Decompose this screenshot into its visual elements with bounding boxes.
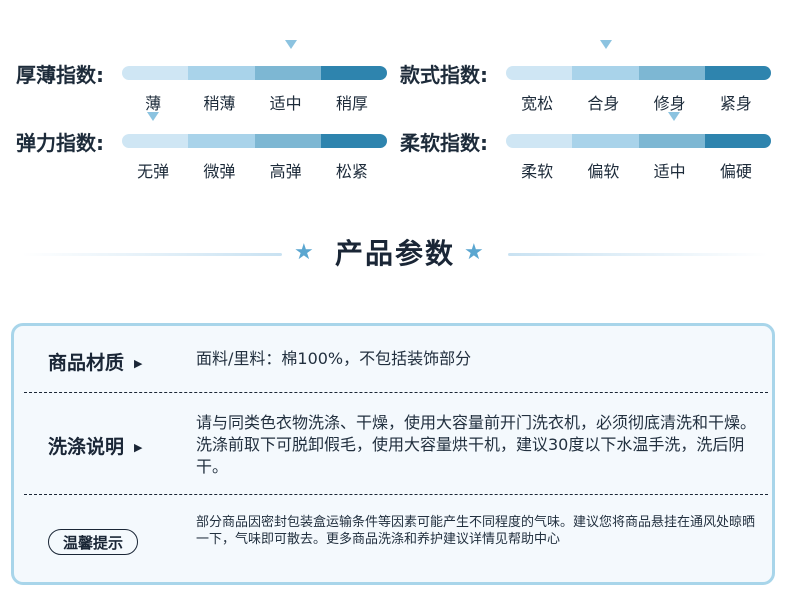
section-title-bar: ★ ★ 产品参数 bbox=[0, 232, 790, 276]
index-option: 薄 bbox=[145, 94, 162, 113]
index-bar bbox=[506, 134, 771, 148]
index-options: 宽松 合身 修身 紧身 bbox=[504, 90, 769, 114]
index-option: 适中 bbox=[653, 162, 686, 181]
index-bar bbox=[122, 66, 387, 80]
index-option: 松紧 bbox=[335, 162, 368, 181]
bar-segment bbox=[638, 66, 705, 80]
bar-segment bbox=[254, 66, 321, 80]
triangle-right-icon: ▶ bbox=[134, 357, 143, 370]
index-option: 高弹 bbox=[269, 162, 302, 181]
param-row-tip: 温馨提示 部分商品因密封包装盒运输条件等因素可能产生不同程度的气味。建议您将商品… bbox=[24, 512, 764, 568]
param-value: 面料/里料：棉100%，不包括装饰部分 bbox=[196, 349, 472, 368]
param-key-label: 商品材质 bbox=[48, 352, 125, 374]
index-option: 柔软 bbox=[521, 162, 554, 181]
section-title: 产品参数 bbox=[334, 237, 455, 270]
index-option: 稍厚 bbox=[335, 94, 368, 113]
index-option: 无弹 bbox=[137, 162, 170, 181]
index-option: 偏硬 bbox=[719, 162, 752, 181]
bar-segment bbox=[638, 134, 705, 148]
index-elasticity: 弹力指数: 无弹 微弹 高弹 松紧 bbox=[16, 112, 396, 200]
param-row-material: 商品材质 ▶ 面料/里料：棉100%，不包括装饰部分 bbox=[24, 346, 764, 376]
bar-segment bbox=[122, 134, 189, 148]
row-divider bbox=[24, 494, 768, 495]
bar-segment bbox=[320, 66, 387, 80]
selected-marker-icon bbox=[668, 112, 680, 121]
index-option: 适中 bbox=[269, 94, 302, 113]
product-params-card: 商品材质 ▶ 面料/里料：棉100%，不包括装饰部分 洗涤说明 ▶ 请与同类色衣物洗… bbox=[11, 323, 775, 585]
index-options: 柔软 偏软 适中 偏硬 bbox=[504, 158, 769, 182]
bar-segment bbox=[506, 66, 573, 80]
selected-marker-icon bbox=[147, 112, 159, 121]
index-option: 修身 bbox=[653, 94, 686, 113]
index-options: 薄 稍薄 适中 稍厚 bbox=[120, 90, 385, 114]
bar-segment bbox=[704, 134, 771, 148]
selected-marker-icon bbox=[285, 40, 297, 49]
bar-segment bbox=[188, 66, 255, 80]
param-key: 洗涤说明 ▶ bbox=[48, 432, 142, 459]
index-fit: 款式指数: 宽松 合身 修身 紧身 bbox=[400, 40, 780, 132]
param-row-washing: 洗涤说明 ▶ 请与同类色衣物洗涤、干燥，使用大容量前开门洗衣机，必须彻底清洗和干燥… bbox=[24, 410, 764, 480]
param-key-label: 洗涤说明 bbox=[48, 436, 125, 458]
bar-segment bbox=[122, 66, 189, 80]
bar-segment bbox=[254, 134, 321, 148]
row-divider bbox=[24, 392, 768, 393]
index-option: 微弹 bbox=[203, 162, 236, 181]
index-options: 无弹 微弹 高弹 松紧 bbox=[120, 158, 385, 182]
index-label: 柔软指数: bbox=[400, 131, 488, 155]
selected-marker-icon bbox=[600, 40, 612, 49]
index-softness: 柔软指数: 柔软 偏软 适中 偏硬 bbox=[400, 112, 780, 200]
index-bar bbox=[122, 134, 387, 148]
index-label: 款式指数: bbox=[400, 63, 488, 87]
index-option: 合身 bbox=[587, 94, 620, 113]
tip-badge: 温馨提示 bbox=[48, 529, 138, 555]
index-option: 稍薄 bbox=[203, 94, 236, 113]
index-bar bbox=[506, 66, 771, 80]
index-option: 偏软 bbox=[587, 162, 620, 181]
bar-segment bbox=[506, 134, 573, 148]
index-option: 紧身 bbox=[719, 94, 752, 113]
index-option: 宽松 bbox=[521, 94, 554, 113]
bar-segment bbox=[572, 66, 639, 80]
index-thickness: 厚薄指数: 薄 稍薄 适中 稍厚 bbox=[16, 40, 396, 132]
bar-segment bbox=[572, 134, 639, 148]
triangle-right-icon: ▶ bbox=[134, 441, 143, 454]
bar-segment bbox=[320, 134, 387, 148]
bar-segment bbox=[704, 66, 771, 80]
index-label: 弹力指数: bbox=[16, 131, 104, 155]
bar-segment bbox=[188, 134, 255, 148]
param-value: 请与同类色衣物洗涤、干燥，使用大容量前开门洗衣机，必须彻底清洗和干燥。 洗涤前取… bbox=[196, 413, 757, 476]
tip-text: 部分商品因密封包装盒运输条件等因素可能产生不同程度的气味。建议您将商品悬挂在通风… bbox=[196, 515, 756, 547]
param-key: 商品材质 ▶ bbox=[48, 348, 142, 375]
index-label: 厚薄指数: bbox=[16, 63, 104, 87]
